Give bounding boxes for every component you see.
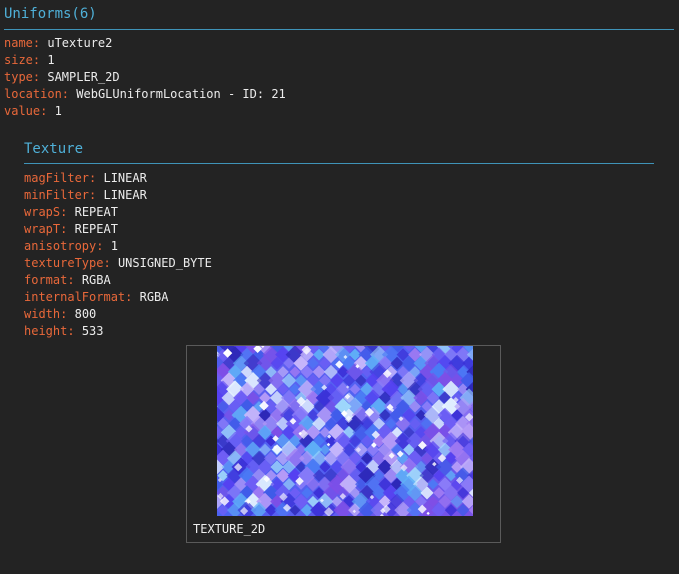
texture-preview-image	[217, 346, 473, 516]
prop-key: value:	[4, 104, 48, 118]
prop-key: type:	[4, 70, 41, 84]
prop-value: REPEAT	[74, 222, 118, 236]
prop-value: 800	[74, 307, 97, 321]
prop-value: REPEAT	[74, 205, 118, 219]
prop-key: minFilter:	[24, 188, 97, 202]
uniform-prop-location: location: WebGLUniformLocation - ID: 21	[4, 86, 286, 103]
prop-key: wrapT:	[24, 222, 68, 236]
prop-value: UNSIGNED_BYTE	[117, 256, 212, 270]
prop-value: RGBA	[139, 290, 169, 304]
prop-value: 1	[54, 104, 62, 118]
prop-key: wrapS:	[24, 205, 68, 219]
prop-value: LINEAR	[103, 188, 147, 202]
texture-prop-width: width: 800	[24, 306, 96, 323]
uniform-prop-name: name: uTexture2	[4, 35, 112, 52]
prop-value: WebGLUniformLocation - ID: 21	[76, 87, 286, 101]
prop-value: LINEAR	[103, 171, 147, 185]
texture-preview-panel: TEXTURE_2D	[186, 345, 501, 543]
prop-key: format:	[24, 273, 75, 287]
texture-title: Texture	[24, 141, 84, 157]
prop-key: magFilter:	[24, 171, 97, 185]
texture-prop-anisotropy: anisotropy: 1	[24, 238, 118, 255]
prop-key: anisotropy:	[24, 239, 104, 253]
texture-prop-texturetype: textureType: UNSIGNED_BYTE	[24, 255, 212, 272]
prop-value: 1	[110, 239, 118, 253]
uniforms-title: Uniforms(6)	[4, 6, 97, 22]
texture-prop-wrapt: wrapT: REPEAT	[24, 221, 118, 238]
prop-key: width:	[24, 307, 68, 321]
prop-key: textureType:	[24, 256, 111, 270]
prop-key: name:	[4, 36, 41, 50]
uniform-prop-type: type: SAMPLER_2D	[4, 69, 120, 86]
prop-value: RGBA	[81, 273, 111, 287]
texture-prop-minfilter: minFilter: LINEAR	[24, 187, 147, 204]
uniform-prop-size: size: 1	[4, 52, 55, 69]
prop-value: uTexture2	[47, 36, 113, 50]
uniforms-divider	[4, 29, 674, 30]
prop-key: location:	[4, 87, 70, 101]
texture-prop-height: height: 533	[24, 323, 104, 340]
texture-preview-label: TEXTURE_2D	[193, 522, 266, 536]
prop-value: 533	[81, 324, 104, 338]
texture-divider	[24, 163, 654, 164]
prop-value: SAMPLER_2D	[47, 70, 120, 84]
prop-key: size:	[4, 53, 41, 67]
texture-prop-wraps: wrapS: REPEAT	[24, 204, 118, 221]
prop-key: height:	[24, 324, 75, 338]
prop-value: 1	[47, 53, 55, 67]
uniform-prop-value: value: 1	[4, 103, 62, 120]
texture-prop-format: format: RGBA	[24, 272, 111, 289]
prop-key: internalFormat:	[24, 290, 133, 304]
texture-prop-magfilter: magFilter: LINEAR	[24, 170, 147, 187]
texture-prop-internalformat: internalFormat: RGBA	[24, 289, 169, 306]
